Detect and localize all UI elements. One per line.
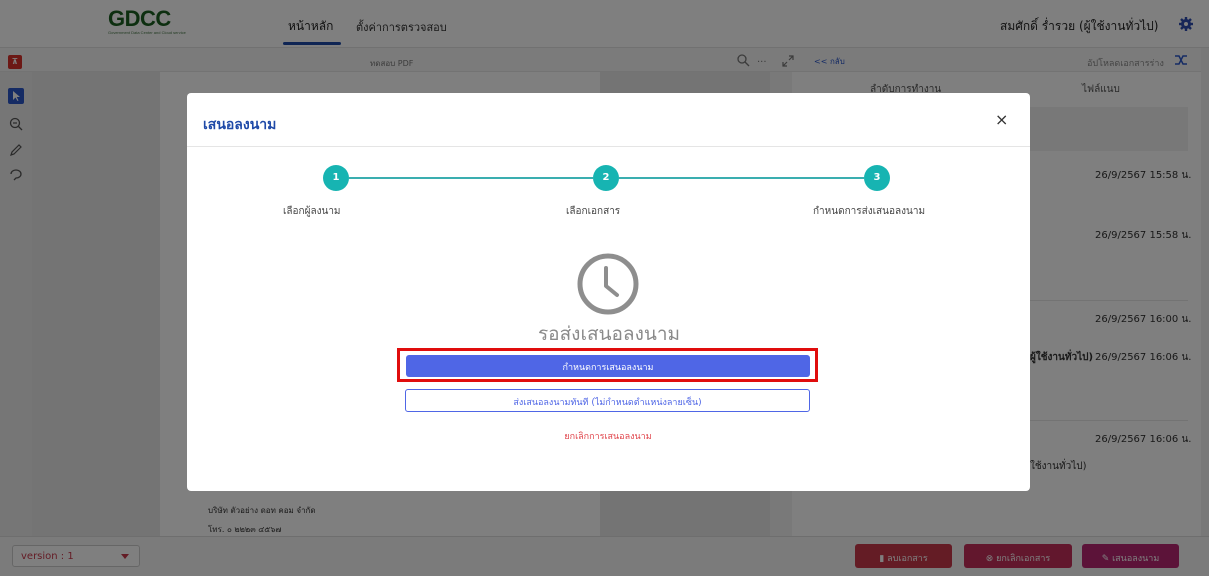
modal-title: เสนอลงนาม bbox=[203, 117, 277, 133]
clock-icon bbox=[577, 253, 639, 315]
step-1-label: เลือกผู้ลงนาม bbox=[283, 206, 341, 217]
step-1-circle: 1 bbox=[323, 165, 349, 191]
stepper-line bbox=[619, 177, 864, 179]
step-2-circle: 2 bbox=[593, 165, 619, 191]
close-icon[interactable]: × bbox=[995, 110, 1008, 129]
highlight-box bbox=[397, 348, 818, 382]
cancel-signing-link[interactable]: ยกเลิกการเสนอลงนาม bbox=[497, 429, 719, 443]
propose-signing-modal: เสนอลงนาม × 1 2 3 เลือกผู้ลงนาม เลือกเอก… bbox=[187, 93, 1030, 491]
send-now-button[interactable]: ส่งเสนอลงนามทันที (ไม่กำหนดตำแหน่งลายเซ็… bbox=[405, 389, 810, 412]
step-2-label: เลือกเอกสาร bbox=[566, 206, 621, 217]
step-3-circle: 3 bbox=[864, 165, 890, 191]
modal-divider bbox=[187, 146, 1030, 147]
waiting-status: รอส่งเสนอลงนาม bbox=[537, 323, 681, 345]
stepper-line bbox=[349, 177, 593, 179]
step-3-label: กำหนดการส่งเสนอลงนาม bbox=[813, 206, 926, 217]
